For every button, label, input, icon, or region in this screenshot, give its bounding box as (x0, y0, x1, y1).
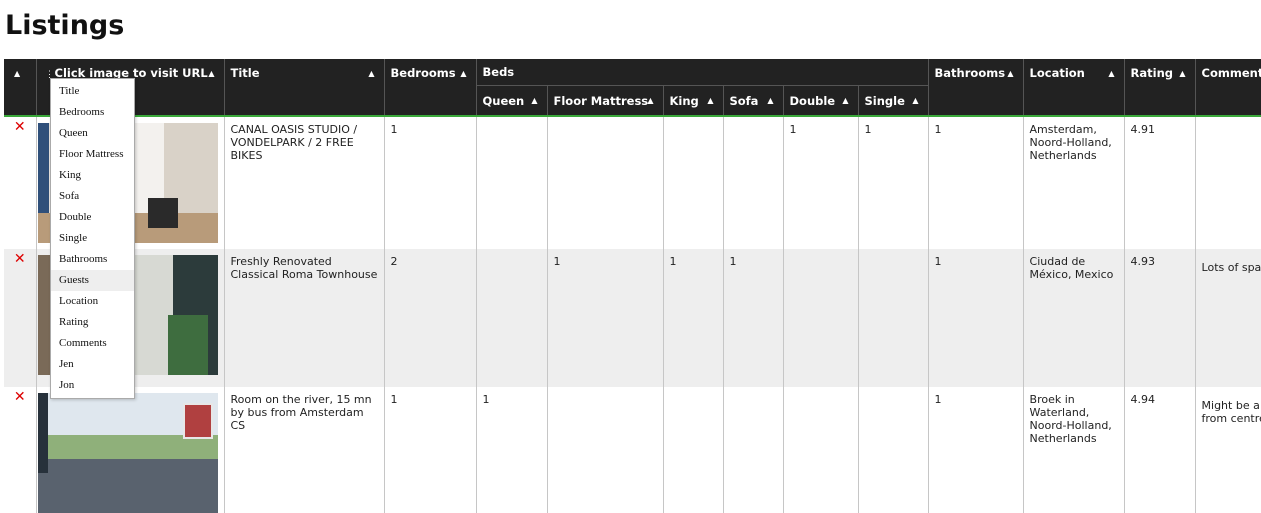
listing-image-cell (36, 387, 225, 513)
menu-item-guests[interactable]: Guests (51, 270, 134, 291)
sort-icon: ▲ (531, 96, 538, 105)
menu-item-jen[interactable]: Jen (51, 354, 134, 375)
sort-icon: ▲ (767, 96, 774, 105)
menu-item-bedrooms[interactable]: Bedrooms (51, 102, 134, 123)
cell-bedrooms[interactable]: 1 (384, 387, 477, 513)
cell-floor-mattress[interactable] (547, 387, 664, 513)
header-rating[interactable]: Rating ▲ (1124, 59, 1196, 117)
cell-location[interactable]: Ciudad de México, Mexico (1023, 249, 1125, 387)
cell-sofa[interactable] (723, 387, 784, 513)
sort-icon: ▲ (1007, 69, 1014, 78)
page-title: Listings (5, 10, 125, 41)
menu-item-rating[interactable]: Rating (51, 312, 134, 333)
cell-king[interactable]: 1 (663, 249, 724, 387)
sort-icon: ▲ (1179, 69, 1186, 78)
cell-comments[interactable] (1195, 116, 1261, 249)
cell-rating[interactable]: 4.91 (1124, 116, 1196, 249)
header-double[interactable]: Double ▲ (783, 85, 859, 117)
control-column-header[interactable]: ▲ (4, 59, 37, 117)
cell-single[interactable] (858, 387, 929, 513)
menu-item-floor-mattress[interactable]: Floor Mattress (51, 144, 134, 165)
cell-single[interactable]: 1 (858, 116, 929, 249)
delete-icon[interactable]: ✕ (10, 252, 30, 266)
table-row: ✕ Freshly Renovated Classical Roma Townh… (4, 249, 1261, 387)
cell-queen[interactable] (476, 116, 548, 249)
cell-sofa[interactable]: 1 (723, 249, 784, 387)
cell-single[interactable] (858, 249, 929, 387)
sort-icon: ▲ (460, 69, 467, 78)
cell-title[interactable]: Room on the river, 15 mn by bus from Ams… (224, 387, 385, 513)
cell-location[interactable]: Broek in Waterland, Noord-Holland, Nethe… (1023, 387, 1125, 513)
sort-icon: ▲ (647, 96, 654, 105)
sort-icon: ▲ (707, 96, 714, 105)
listing-photo[interactable] (37, 393, 218, 513)
cell-bedrooms[interactable]: 1 (384, 116, 477, 249)
header-floor-mattress[interactable]: Floor Mattress ▲ (547, 85, 664, 117)
row-control: ✕ (4, 387, 37, 513)
sort-icon: ▲ (208, 69, 215, 78)
menu-item-comments[interactable]: Comments (51, 333, 134, 354)
header-king[interactable]: King ▲ (663, 85, 724, 117)
menu-item-sofa[interactable]: Sofa (51, 186, 134, 207)
cell-sofa[interactable] (723, 116, 784, 249)
delete-icon[interactable]: ✕ (10, 120, 30, 134)
cell-double[interactable] (783, 249, 859, 387)
header-bathrooms[interactable]: Bathrooms ▲ (928, 59, 1024, 117)
header-title[interactable]: Title ▲ (224, 59, 385, 117)
cell-queen[interactable]: 1 (476, 387, 548, 513)
sort-icon: ▲ (912, 96, 919, 105)
header-comments[interactable]: Comments (1195, 59, 1261, 117)
cell-bathrooms[interactable]: 1 (928, 387, 1024, 513)
cell-comments[interactable]: Might be a bit far from centre :( (1195, 387, 1261, 513)
table-row: ✕ CANAL OASIS STUDIO / VONDELPARK / 2 FR… (4, 116, 1261, 249)
cell-comments[interactable]: Lots of space (1195, 249, 1261, 387)
cell-bathrooms[interactable]: 1 (928, 249, 1024, 387)
header-bedrooms[interactable]: Bedrooms ▲ (384, 59, 477, 117)
menu-item-double[interactable]: Double (51, 207, 134, 228)
sort-icon: ▲ (842, 96, 849, 105)
menu-item-king[interactable]: King (51, 165, 134, 186)
menu-item-title[interactable]: Title (51, 81, 134, 102)
cell-title[interactable]: Freshly Renovated Classical Roma Townhou… (224, 249, 385, 387)
cell-floor-mattress[interactable] (547, 116, 664, 249)
cell-rating[interactable]: 4.93 (1124, 249, 1196, 387)
cell-queen[interactable] (476, 249, 548, 387)
header-location[interactable]: Location ▲ (1023, 59, 1125, 117)
cell-king[interactable] (663, 116, 724, 249)
cell-king[interactable] (663, 387, 724, 513)
header-beds-group: Beds (476, 59, 929, 86)
menu-item-jon[interactable]: Jon (51, 375, 134, 396)
cell-double[interactable]: 1 (783, 116, 859, 249)
cell-floor-mattress[interactable]: 1 (547, 249, 664, 387)
row-control: ✕ (4, 249, 37, 387)
cell-bedrooms[interactable]: 2 (384, 249, 477, 387)
column-visibility-menu: Title Bedrooms Queen Floor Mattress King… (50, 78, 135, 399)
header-sofa[interactable]: Sofa ▲ (723, 85, 784, 117)
sort-icon: ▲ (1108, 69, 1115, 78)
menu-item-single[interactable]: Single (51, 228, 134, 249)
menu-item-location[interactable]: Location (51, 291, 134, 312)
table-row: ✕ Room on the river, 15 mn by bus from A… (4, 387, 1261, 513)
cell-rating[interactable]: 4.94 (1124, 387, 1196, 513)
listings-table: ▲ Click image to visit URL ▲ Title ▲ Bedro… (4, 59, 1261, 513)
cell-bathrooms[interactable]: 1 (928, 116, 1024, 249)
row-control: ✕ (4, 116, 37, 249)
cell-title[interactable]: CANAL OASIS STUDIO / VONDELPARK / 2 FREE… (224, 116, 385, 249)
menu-item-bathrooms[interactable]: Bathrooms (51, 249, 134, 270)
cell-location[interactable]: Amsterdam, Noord-Holland, Netherlands (1023, 116, 1125, 249)
menu-item-queen[interactable]: Queen (51, 123, 134, 144)
header-single[interactable]: Single ▲ (858, 85, 929, 117)
header-queen[interactable]: Queen ▲ (476, 85, 548, 117)
sort-icon: ▲ (368, 69, 375, 78)
sort-icon: ▲ (14, 69, 21, 78)
cell-double[interactable] (783, 387, 859, 513)
delete-icon[interactable]: ✕ (10, 390, 30, 404)
